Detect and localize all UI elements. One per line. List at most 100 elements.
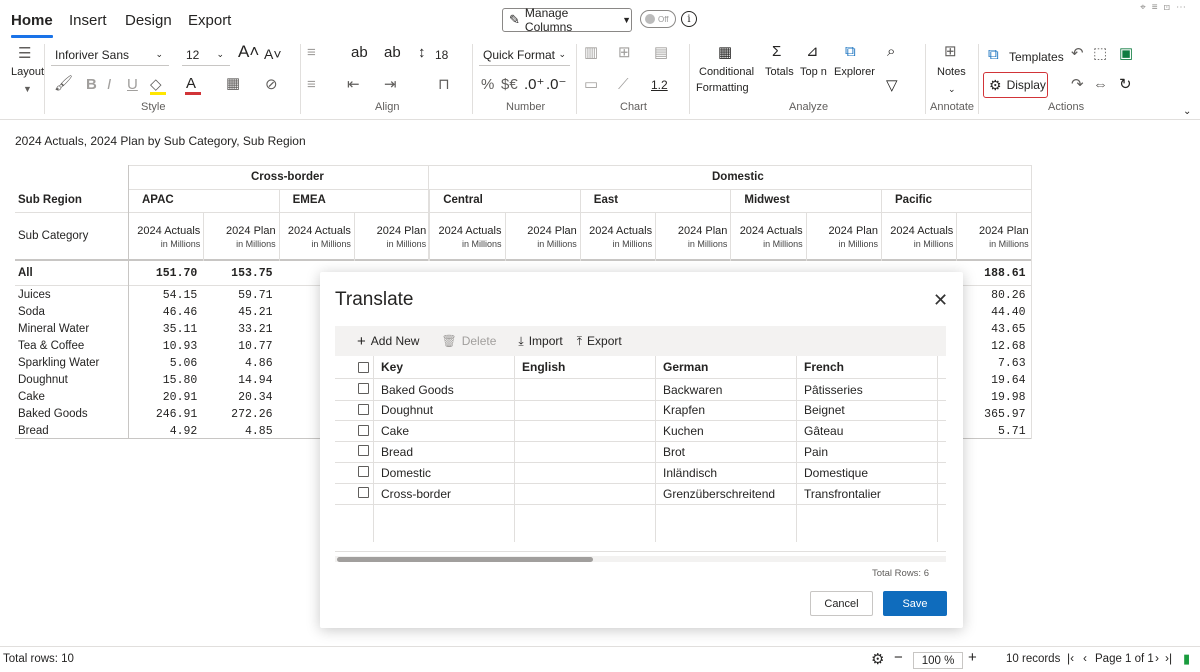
zoom-level[interactable]: 100 % — [913, 652, 963, 669]
conditional-format-icon[interactable]: ▦ — [718, 45, 732, 61]
measure-header-actual[interactable]: 2024 Actuals in Millions — [580, 225, 652, 251]
explorer-icon[interactable]: ⧉ — [845, 44, 856, 60]
indent-decrease-icon[interactable]: ⇤ — [347, 77, 360, 93]
import-button[interactable]: ⤓ Import — [518, 334, 562, 349]
translation-cell-german[interactable]: Grenzüberschreitend — [663, 483, 775, 504]
increase-font-icon[interactable]: A˄ — [238, 43, 259, 60]
translation-cell-key[interactable]: Doughnut — [381, 400, 433, 421]
formatting-label[interactable]: Formatting — [696, 82, 749, 94]
wrap-text-icon[interactable]: ab — [351, 45, 368, 61]
tab-design[interactable]: Design — [125, 12, 172, 29]
currency-icon[interactable]: $€ — [501, 77, 518, 93]
row-height-value[interactable]: 18 — [435, 48, 448, 62]
translation-cell-german[interactable]: Backwaren — [663, 379, 722, 400]
translation-cell-key[interactable]: Cross-border — [381, 483, 451, 504]
underline-icon[interactable]: U — [127, 77, 138, 93]
collapse-ribbon-icon[interactable]: ⌄ — [1183, 104, 1191, 120]
notes-label[interactable]: Notes — [937, 66, 966, 78]
redo-icon[interactable]: ↷ — [1071, 77, 1084, 93]
hide-icon[interactable]: ⊘ — [265, 77, 278, 93]
conditional-label[interactable]: Conditional — [699, 66, 754, 78]
measure-header-plan[interactable]: 2024 Plan in Millions — [655, 225, 728, 251]
totals-label[interactable]: Totals — [765, 66, 794, 78]
region-header-apac[interactable]: APAC — [142, 194, 174, 206]
info-icon[interactable]: i — [681, 11, 697, 27]
column-key[interactable]: Key — [381, 356, 403, 378]
measure-header-actual[interactable]: 2024 Actuals in Millions — [279, 225, 351, 251]
window-icons[interactable]: ⌖≡⊡⋯ — [1140, 2, 1192, 13]
gear-icon[interactable]: ⚙ — [871, 650, 884, 668]
translation-cell-german[interactable]: Inländisch — [663, 462, 717, 483]
translation-cell-french[interactable]: Pain — [804, 441, 828, 462]
prev-page-icon[interactable]: ‹ — [1083, 651, 1087, 665]
align-left-icon[interactable]: ≡ — [307, 77, 316, 93]
select-all-checkbox[interactable] — [358, 362, 369, 373]
translation-cell-german[interactable]: Krapfen — [663, 400, 705, 421]
column-english[interactable]: English — [522, 356, 565, 378]
group-header-domestic[interactable]: Domestic — [712, 171, 764, 183]
templates-label[interactable]: Templates — [1009, 50, 1064, 64]
decrease-font-icon[interactable]: A˅ — [264, 46, 282, 62]
translation-cell-key[interactable]: Domestic — [381, 462, 431, 483]
bar-chart-icon[interactable]: ▥ — [584, 45, 598, 61]
measure-header-actual[interactable]: 2024 Actuals in Millions — [730, 225, 803, 251]
refresh-icon[interactable]: ↻ — [1119, 77, 1132, 93]
region-header-pacific[interactable]: Pacific — [895, 194, 932, 206]
scrollbar-thumb[interactable] — [337, 557, 593, 562]
measure-header-plan[interactable]: 2024 Plan in Millions — [505, 225, 577, 251]
bold-icon[interactable]: B — [86, 77, 97, 93]
column-german[interactable]: German — [663, 356, 708, 378]
column-width-icon[interactable]: ⊓ — [438, 77, 450, 93]
excel-icon[interactable]: ▣ — [1119, 46, 1133, 62]
measure-header-plan[interactable]: 2024 Plan in Millions — [806, 225, 878, 251]
translation-cell-french[interactable]: Gâteau — [804, 421, 843, 442]
format-painter-icon[interactable]: 🖌 — [54, 76, 73, 92]
region-header-midwest[interactable]: Midwest — [744, 194, 789, 206]
row-checkbox[interactable] — [358, 466, 369, 478]
column-chart-icon[interactable]: ▭ — [584, 77, 598, 93]
measure-header-actual[interactable]: 2024 Actuals in Millions — [128, 225, 200, 251]
measure-header-actual[interactable]: 2024 Actuals in Millions — [881, 225, 953, 251]
translation-cell-french[interactable]: Pâtisseries — [804, 379, 863, 400]
chevron-down-icon[interactable]: ▼ — [23, 81, 32, 97]
group-header-cross-border[interactable]: Cross-border — [251, 171, 324, 183]
row-checkbox[interactable] — [358, 403, 369, 415]
layout-label[interactable]: Layout — [11, 66, 44, 78]
text-orientation-icon[interactable]: ab — [384, 45, 401, 61]
italic-icon[interactable]: I — [107, 77, 111, 93]
increase-decimal-icon[interactable]: .0⁺ — [524, 77, 544, 93]
borders-icon[interactable]: ▦ — [226, 76, 240, 92]
tab-export[interactable]: Export — [188, 12, 231, 29]
sigma-icon[interactable]: Σ — [772, 44, 781, 60]
tab-insert[interactable]: Insert — [69, 12, 107, 29]
toggle-switch[interactable]: Off — [640, 10, 676, 28]
explorer-label[interactable]: Explorer — [834, 66, 875, 78]
manage-columns-button[interactable]: ✎ Manage Columns ▼ — [502, 6, 632, 34]
chevron-down-icon[interactable]: ⌄ — [948, 81, 956, 97]
translation-cell-french[interactable]: Beignet — [804, 400, 845, 421]
translation-cell-german[interactable]: Kuchen — [663, 421, 704, 442]
font-size-select[interactable]: 12 ⌄ — [182, 44, 230, 66]
horizontal-scrollbar[interactable] — [335, 556, 946, 562]
translation-cell-german[interactable]: Brot — [663, 441, 685, 462]
templates-icon[interactable]: ⧉ — [988, 47, 999, 63]
font-family-select[interactable]: Inforiver Sans ⌄ — [51, 44, 169, 66]
zoom-in-icon[interactable]: + — [968, 649, 977, 666]
hierarchy-chart-icon[interactable]: ⊞ — [618, 45, 631, 61]
display-button[interactable]: ⚙ Display — [983, 72, 1048, 98]
topn-label[interactable]: Top n — [800, 66, 827, 78]
last-page-icon[interactable]: ›| — [1165, 651, 1172, 665]
decrease-decimal-icon[interactable]: .0⁻ — [546, 77, 566, 93]
measure-header-plan[interactable]: 2024 Plan in Millions — [354, 225, 427, 251]
column-french[interactable]: French — [804, 356, 844, 378]
close-icon[interactable]: ✕ — [933, 290, 948, 311]
measure-header-plan[interactable]: 2024 Plan in Millions — [956, 225, 1029, 251]
indent-increase-icon[interactable]: ⇥ — [384, 77, 397, 93]
quick-format-select[interactable]: Quick Format ⌄ — [479, 44, 570, 66]
zoom-out-icon[interactable]: − — [894, 649, 903, 666]
align-top-icon[interactable]: ≡ — [307, 45, 316, 61]
undo-icon[interactable]: ↶ — [1071, 46, 1084, 62]
top-n-icon[interactable]: ⊿ — [806, 44, 819, 60]
add-new-button[interactable]: + Add New — [357, 333, 419, 350]
save-button[interactable]: Save — [883, 591, 947, 616]
